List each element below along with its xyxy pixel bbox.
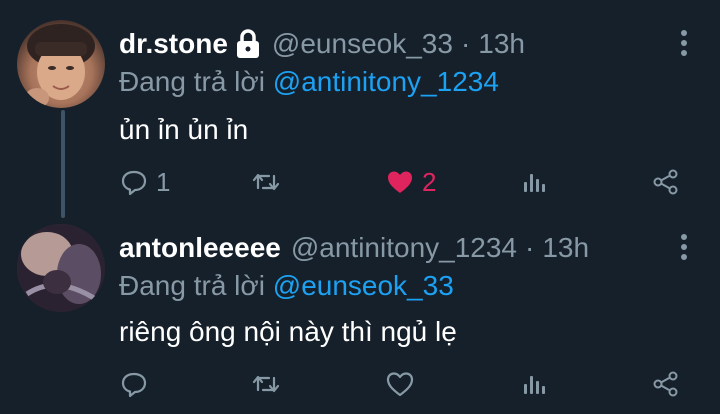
replying-to-label: Đang trả lời	[119, 66, 265, 97]
retweet-button[interactable]	[252, 368, 288, 400]
heart-filled-icon	[388, 171, 412, 193]
more-options-icon[interactable]	[674, 232, 694, 262]
tweet-header: dr.stone @eunseok_33 · 13h	[119, 24, 525, 64]
tweet-actions	[0, 368, 720, 400]
share-button[interactable]	[652, 368, 680, 400]
avatar-photo-icon	[17, 224, 105, 312]
retweet-icon	[252, 375, 280, 393]
tweet[interactable]: dr.stone @eunseok_33 · 13h Đang trả lời …	[0, 0, 720, 214]
avatar[interactable]	[17, 224, 105, 312]
analytics-button[interactable]	[520, 166, 548, 198]
analytics-icon	[524, 174, 545, 192]
like-button[interactable]	[386, 368, 422, 400]
more-options-icon[interactable]	[674, 28, 694, 58]
replying-to: Đang trả lời @antinitony_1234	[119, 62, 499, 102]
replying-to: Đang trả lời @eunseok_33	[119, 266, 454, 306]
tweet[interactable]: antonleeeee @antinitony_1234 · 13h Đang …	[0, 214, 720, 414]
reply-icon	[121, 372, 147, 398]
share-icon	[653, 371, 678, 397]
retweet-button[interactable]	[252, 166, 288, 198]
user-handle[interactable]: @antinitony_1234	[291, 228, 517, 268]
user-handle[interactable]: @eunseok_33	[272, 24, 453, 64]
tweet-text: ủn ỉn ủn ỉn	[119, 114, 249, 145]
tweet-header: antonleeeee @antinitony_1234 · 13h	[119, 228, 589, 268]
tweet-text: riêng ông nội này thì ngủ lẹ	[119, 316, 457, 347]
timestamp[interactable]: 13h	[478, 24, 525, 64]
reply-mention-link[interactable]: @eunseok_33	[273, 270, 454, 301]
avatar-photo-icon	[25, 24, 95, 108]
reply-mention-link[interactable]: @antinitony_1234	[273, 66, 499, 97]
lock-icon	[232, 28, 264, 60]
retweet-icon	[252, 173, 280, 191]
timestamp[interactable]: 13h	[542, 228, 589, 268]
reply-button[interactable]	[120, 368, 156, 400]
display-name[interactable]: antonleeeee	[119, 228, 281, 268]
reply-icon	[121, 170, 147, 196]
separator-dot: ·	[525, 232, 535, 263]
reply-count: 1	[156, 166, 171, 197]
display-name[interactable]: dr.stone	[119, 24, 228, 64]
reply-button[interactable]: 1	[120, 166, 170, 198]
share-button[interactable]	[652, 166, 680, 198]
share-icon	[653, 169, 678, 195]
replying-to-label: Đang trả lời	[119, 270, 265, 301]
analytics-icon	[524, 376, 545, 394]
tweet-actions: 1 2	[0, 166, 720, 198]
like-button[interactable]: 2	[386, 166, 436, 198]
avatar[interactable]	[17, 20, 105, 108]
heart-icon	[386, 372, 414, 397]
separator-dot: ·	[460, 28, 471, 59]
like-count: 2	[422, 166, 437, 197]
analytics-button[interactable]	[520, 368, 548, 400]
